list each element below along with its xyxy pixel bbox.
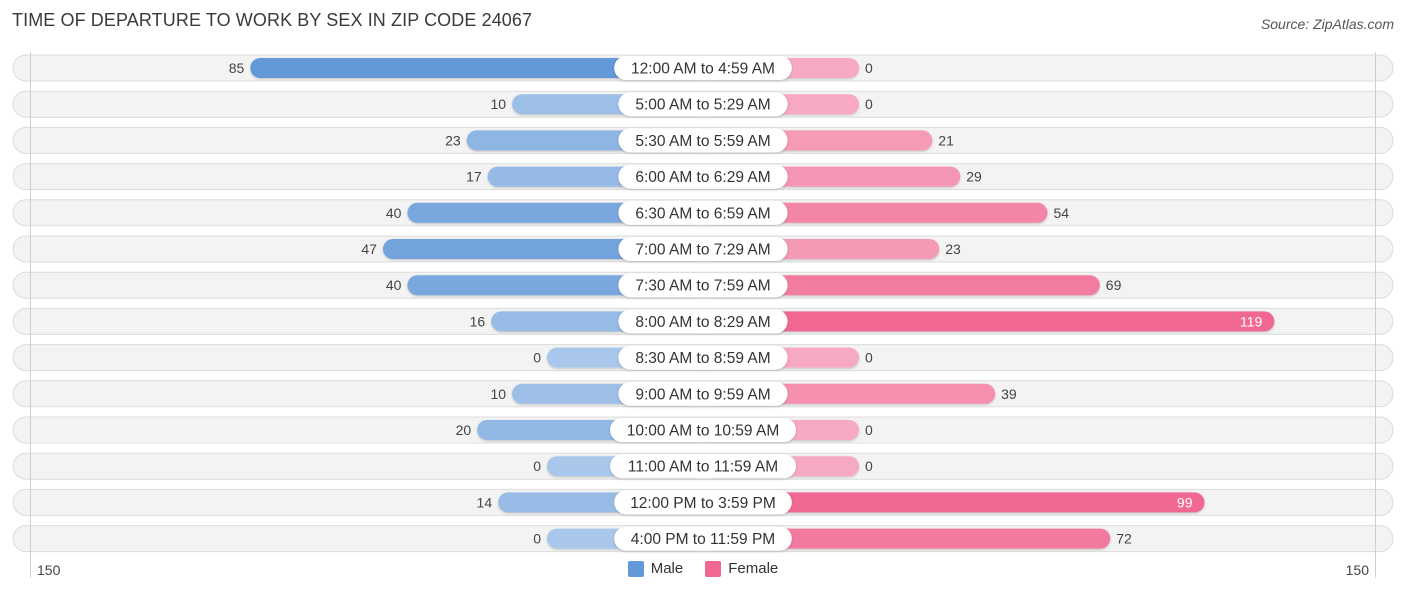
value-label-male: 16 [470, 313, 486, 329]
value-label-female: 0 [865, 422, 873, 438]
legend-item-male: Male [627, 560, 684, 577]
category-label: 6:30 AM to 6:59 AM [635, 205, 770, 222]
category-label: 6:00 AM to 6:29 AM [635, 169, 770, 186]
value-label-male: 40 [386, 277, 402, 293]
category-label: 4:00 PM to 11:59 PM [631, 531, 775, 548]
value-label-female: 69 [1106, 277, 1122, 293]
category-label: 5:00 AM to 5:29 AM [635, 97, 770, 114]
value-label-male: 40 [386, 205, 402, 221]
value-label-female: 0 [865, 60, 873, 76]
legend-label-male: Male [650, 560, 684, 577]
value-label-male: 0 [533, 531, 541, 547]
value-label-female: 99 [1177, 494, 1193, 510]
value-label-female: 29 [966, 169, 982, 185]
value-label-male: 85 [229, 60, 245, 76]
legend: Male Female [0, 560, 1406, 577]
category-label: 7:30 AM to 7:59 AM [635, 278, 770, 295]
category-label: 10:00 AM to 10:59 AM [627, 423, 780, 440]
value-label-male: 20 [456, 422, 472, 438]
legend-item-female: Female [705, 560, 778, 577]
value-label-female: 72 [1116, 531, 1132, 547]
value-label-female: 119 [1240, 313, 1263, 329]
value-label-male: 47 [361, 241, 377, 257]
value-label-male: 0 [533, 458, 541, 474]
legend-label-female: Female [728, 560, 779, 577]
value-label-female: 0 [865, 350, 873, 366]
value-label-female: 39 [1001, 386, 1017, 402]
value-label-female: 0 [865, 458, 873, 474]
value-label-female: 21 [938, 132, 954, 148]
value-label-male: 17 [466, 169, 482, 185]
category-label: 9:00 AM to 9:59 AM [635, 386, 770, 403]
category-label: 5:30 AM to 5:59 AM [635, 133, 770, 150]
category-label: 11:00 AM to 11:59 AM [628, 459, 778, 476]
value-label-female: 23 [945, 241, 961, 257]
legend-swatch-male [627, 560, 644, 577]
category-label: 8:00 AM to 8:29 AM [635, 314, 770, 331]
value-label-male: 10 [491, 386, 507, 402]
legend-swatch-female [705, 560, 722, 577]
category-label: 8:30 AM to 8:59 AM [635, 350, 770, 367]
category-label: 12:00 AM to 4:59 AM [631, 61, 775, 78]
category-label: 7:00 AM to 7:29 AM [635, 242, 770, 259]
category-label: 12:00 PM to 3:59 PM [630, 495, 776, 512]
value-label-male: 14 [477, 494, 493, 510]
bar-female [703, 311, 1275, 332]
value-label-female: 54 [1053, 205, 1069, 221]
value-label-male: 23 [445, 132, 461, 148]
value-label-male: 0 [533, 350, 541, 366]
value-label-male: 10 [491, 96, 507, 112]
value-label-female: 0 [865, 96, 873, 112]
chart-svg: 85 0 12:00 AM to 4:59 AM 10 0 5:00 AM to 5:29… [12, 52, 1394, 578]
